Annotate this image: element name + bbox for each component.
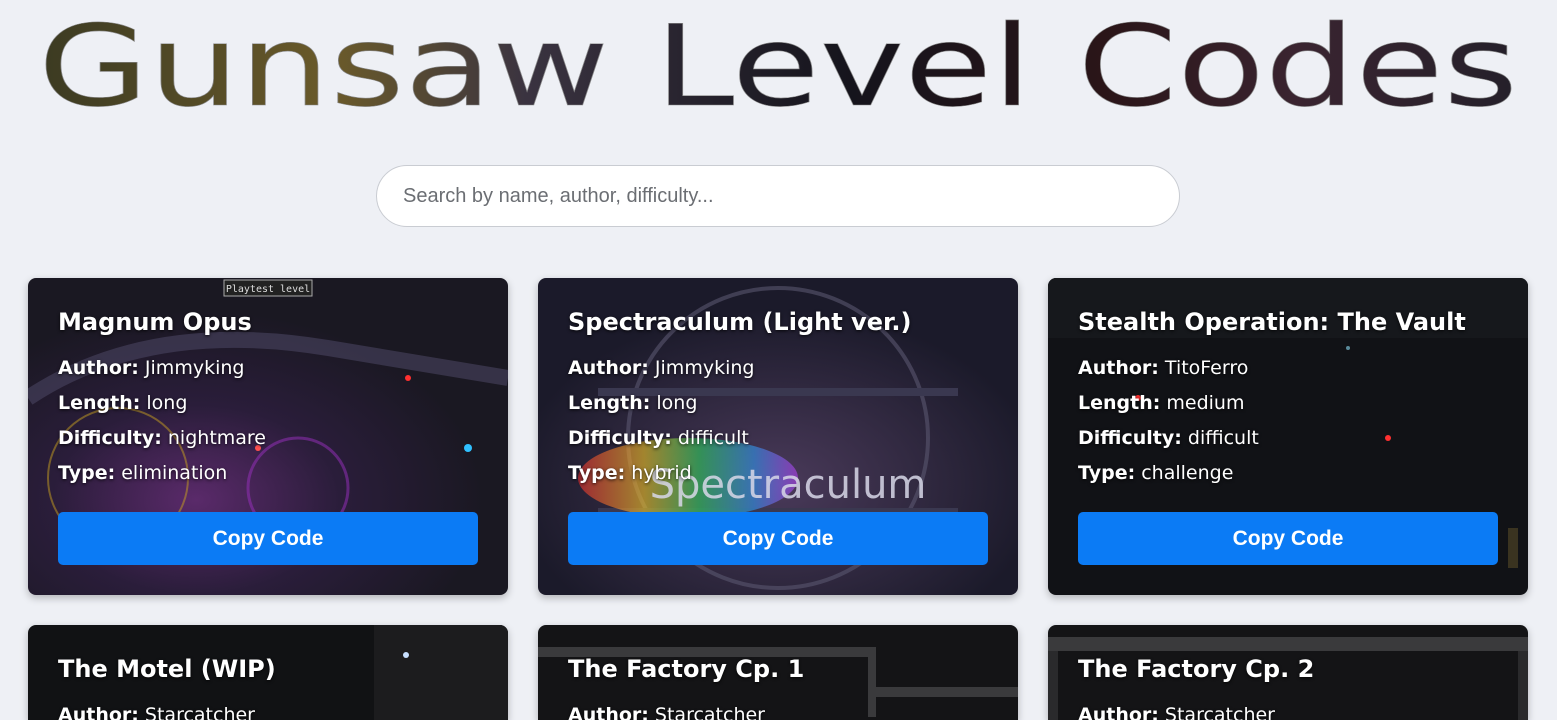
copy-code-button[interactable]: Copy Code [568, 512, 988, 565]
copy-code-button[interactable]: Copy Code [58, 512, 478, 565]
level-difficulty: Difficulty: nightmare [58, 427, 266, 449]
level-author: Author: Starcatcher [568, 704, 765, 720]
level-difficulty: Difficulty: difficult [1078, 427, 1259, 449]
level-author: Author: Starcatcher [1078, 704, 1275, 720]
level-card: Spectraculum Spectraculum (Light ver.) A… [538, 278, 1018, 595]
level-type: Type: elimination [58, 462, 228, 484]
level-difficulty: Difficulty: difficult [568, 427, 749, 449]
level-type: Type: challenge [1078, 462, 1234, 484]
site-title: Gunsaw Level Codes [0, 0, 1557, 130]
level-author: Author: TitoFerro [1078, 357, 1249, 379]
site-title-text: Gunsaw Level Codes [38, 2, 1518, 130]
level-name: The Motel (WIP) [58, 655, 276, 683]
copy-code-button[interactable]: Copy Code [1078, 512, 1498, 565]
level-type: Type: hybrid [568, 462, 692, 484]
level-author: Author: Starcatcher [58, 704, 255, 720]
level-length: Length: long [568, 392, 698, 414]
level-author: Author: Jimmyking [58, 357, 245, 379]
level-card: The Motel (WIP) Author: Starcatcher [28, 625, 508, 720]
level-name: The Factory Cp. 1 [568, 655, 805, 683]
level-name: Spectraculum (Light ver.) [568, 308, 912, 336]
site-title-graphic: Gunsaw Level Codes [38, 2, 1519, 130]
level-name: Magnum Opus [58, 308, 252, 336]
level-author: Author: Jimmyking [568, 357, 755, 379]
level-name: Stealth Operation: The Vault [1078, 308, 1466, 336]
level-name: The Factory Cp. 2 [1078, 655, 1315, 683]
level-length: Length: long [58, 392, 188, 414]
level-card: Stealth Operation: The Vault Author: Tit… [1048, 278, 1528, 595]
level-length: Length: medium [1078, 392, 1245, 414]
level-card: The Factory Cp. 2 Author: Starcatcher [1048, 625, 1528, 720]
level-card: The Factory Cp. 1 Author: Starcatcher [538, 625, 1018, 720]
search-input[interactable] [376, 165, 1180, 227]
level-card: Playtest level Magnum Opus Author: Jimmy… [28, 278, 508, 595]
